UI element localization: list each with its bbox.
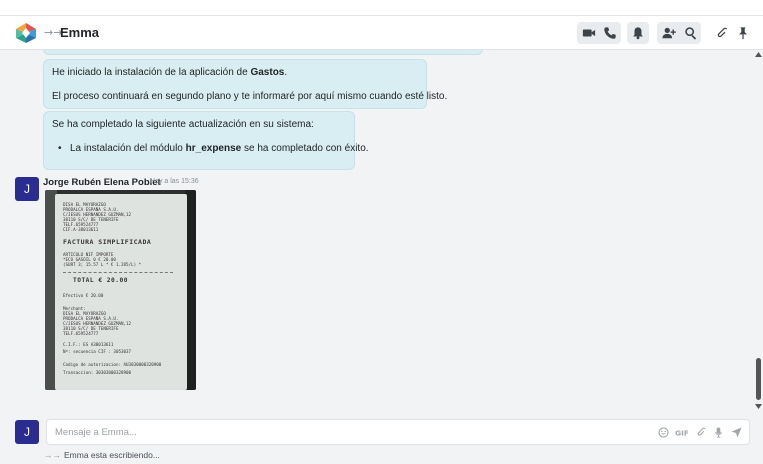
emoji-button[interactable] — [657, 426, 669, 438]
receipt-paper: DISA EL MAYORAZGO PRODALCA ESPAÑA S.A.U. C… — [55, 194, 187, 390]
send-icon — [730, 426, 742, 438]
message-timestamp: Hoy a las 15:36 — [150, 178, 199, 185]
message-composer: GIF — [46, 419, 750, 445]
user-avatar[interactable]: J — [15, 177, 39, 201]
receipt-line: Efectivo € 20.00 — [63, 293, 104, 298]
attachments-button[interactable] — [710, 22, 732, 44]
receipt-line: CIF.A-38013611 — [63, 227, 99, 232]
bell-icon — [633, 27, 643, 40]
svg-text:GIF: GIF — [675, 428, 688, 437]
message-input[interactable] — [55, 425, 615, 439]
receipt-line: C.I.F.: ES A38013611 — [63, 342, 114, 347]
message-line: Se ha completado la siguiente actualizac… — [52, 119, 314, 130]
receipt-line: TELF.659524777 — [63, 331, 99, 336]
add-users-button[interactable] — [658, 22, 680, 44]
receipt-line: TOTAL € 20.00 — [73, 277, 128, 284]
typing-bot-icon: →→ — [44, 450, 61, 460]
previous-bot-message — [43, 50, 483, 55]
receipt-line: Transaccion: 30303000328900 — [63, 370, 132, 375]
video-call-button[interactable] — [578, 22, 600, 44]
attach-icon — [697, 427, 706, 436]
gif-icon: GIF — [675, 428, 688, 437]
typing-indicator: →→ Emma esta escribiendo... — [44, 450, 160, 460]
chat-header: →→ Emma — [0, 16, 763, 50]
message-author[interactable]: Jorge Rubén Elena Poblet — [43, 177, 161, 188]
microphone-icon — [714, 426, 722, 438]
video-icon — [582, 29, 596, 37]
chat-title: Emma — [60, 25, 100, 40]
voice-message-button[interactable] — [712, 426, 724, 438]
receipt-image-attachment[interactable]: DISA EL MAYORAZGO PRODALCA ESPAÑA S.A.U. C… — [45, 190, 196, 390]
pin-icon — [739, 27, 747, 40]
scroll-down-arrow-icon[interactable] — [755, 404, 762, 409]
pinned-messages-button[interactable] — [732, 22, 754, 44]
add-user-icon — [662, 27, 676, 39]
voice-call-button[interactable] — [599, 22, 621, 44]
message-line: El proceso continuará en segundo plano y… — [52, 91, 448, 102]
message-thread[interactable]: He iniciado la instalación de la aplicac… — [0, 50, 763, 412]
emoji-icon — [657, 426, 669, 438]
search-messages-button[interactable] — [680, 22, 702, 44]
scrollbar-thumb[interactable] — [756, 358, 761, 400]
receipt-line: Codigo de autorizacion: AU3030000320900 — [63, 362, 162, 367]
app-logo-icon — [16, 23, 36, 43]
attach-file-button[interactable] — [694, 426, 706, 438]
message-line: He iniciado la instalación de la aplicac… — [52, 67, 288, 78]
phone-icon — [604, 27, 616, 39]
search-icon — [685, 27, 697, 40]
notifications-button[interactable] — [627, 22, 649, 44]
scroll-up-arrow-icon[interactable] — [755, 52, 762, 57]
gif-button[interactable]: GIF — [674, 426, 688, 438]
paperclip-icon — [717, 27, 728, 38]
bot-message-update: Se ha completado la siguiente actualizac… — [43, 111, 369, 170]
send-button[interactable] — [730, 426, 742, 438]
composer-avatar: J — [15, 420, 39, 444]
bot-message-installation: He iniciado la instalación de la aplicac… — [43, 59, 447, 109]
bullet-dot: • — [58, 143, 62, 154]
receipt-line: Nº: secuencia CIF : 3053037 — [63, 349, 132, 354]
window-top-strip — [0, 0, 763, 16]
receipt-line: FACTURA SIMPLIFICADA — [63, 238, 152, 246]
receipt-line: (SURT 3; 15.57 L * € 1.285/L) * — [63, 262, 142, 267]
typing-text: Emma esta escribiendo... — [64, 450, 160, 460]
message-bullet: • La instalación del módulo hr_expense s… — [58, 143, 369, 154]
receipt-divider — [63, 272, 173, 273]
